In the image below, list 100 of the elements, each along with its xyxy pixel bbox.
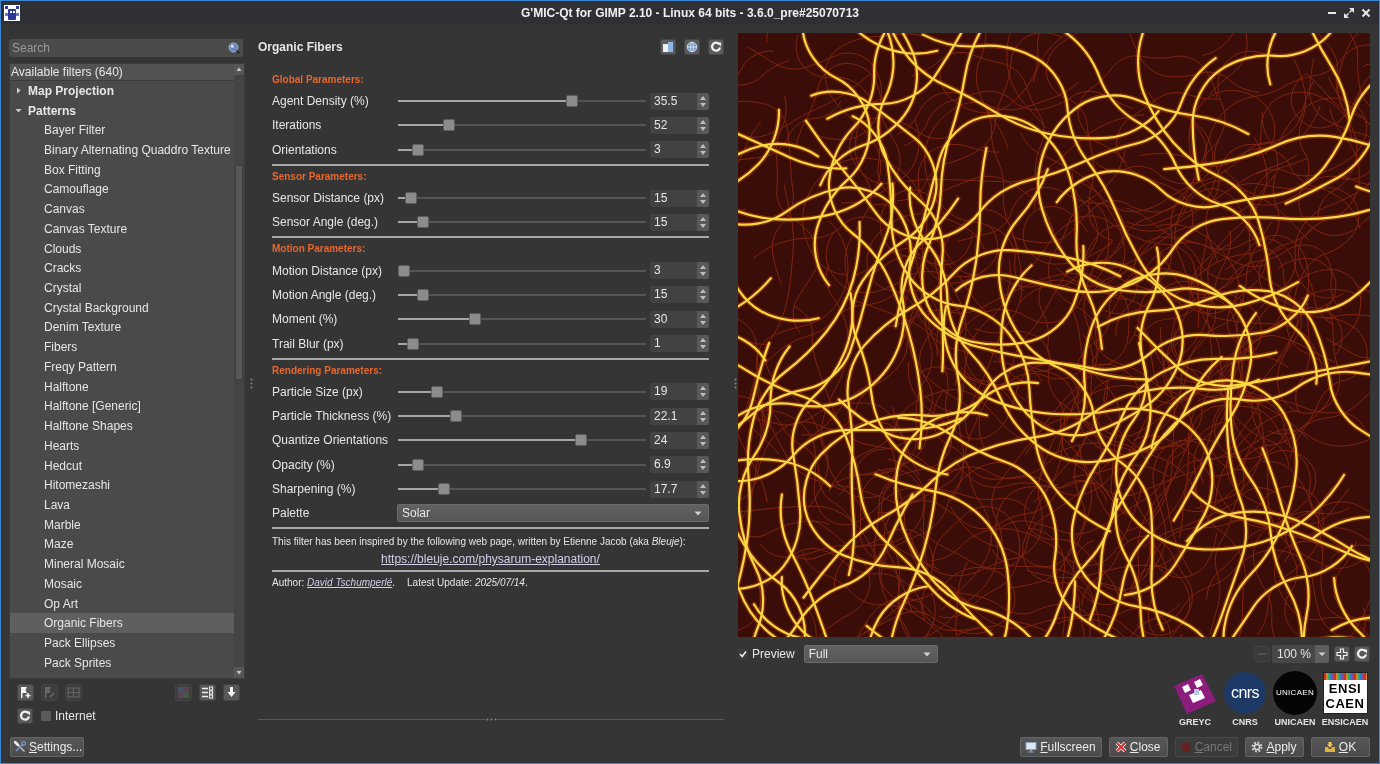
slider-track[interactable]	[398, 95, 646, 108]
slider-thumb[interactable]	[431, 385, 444, 398]
stepper-icon[interactable]	[697, 92, 709, 110]
slider-track[interactable]	[398, 313, 646, 326]
number-field[interactable]: 6.9	[650, 456, 709, 474]
number-field[interactable]: 35.5	[650, 92, 709, 110]
slider-track[interactable]	[398, 288, 646, 301]
number-field[interactable]: 22.1	[650, 407, 709, 425]
tree-item[interactable]: Mineral Mosaic	[10, 554, 234, 574]
slider-thumb[interactable]	[412, 143, 425, 156]
fullscreen-button[interactable]: Fullscreen	[1020, 737, 1102, 757]
tree-item[interactable]: Pack Ellipses	[10, 633, 234, 653]
tree-item[interactable]: Canvas Texture	[10, 219, 234, 239]
apply-button[interactable]: Apply	[1245, 737, 1304, 757]
slider-thumb[interactable]	[416, 216, 429, 229]
stepper-icon[interactable]	[697, 213, 709, 231]
number-field[interactable]: 15	[650, 213, 709, 231]
caret-icon[interactable]	[1315, 645, 1329, 663]
tree-item[interactable]: Organic Fibers	[10, 613, 234, 634]
tree-item[interactable]: Map Projection	[10, 81, 234, 101]
tree-item[interactable]: Denim Texture	[10, 317, 234, 338]
tree-item[interactable]: Binary Alternating Quaddro Texture	[10, 140, 234, 160]
scroll-down-icon[interactable]	[234, 667, 244, 678]
tree-item[interactable]: Fibers	[10, 337, 234, 358]
tree-item[interactable]: Mosaic	[10, 573, 234, 594]
internet-checkbox[interactable]	[41, 711, 51, 721]
slider-thumb[interactable]	[449, 410, 462, 423]
stepper-icon[interactable]	[697, 189, 709, 207]
slider-thumb[interactable]	[442, 119, 455, 132]
stepper-icon[interactable]	[697, 383, 709, 401]
tree-item[interactable]: Hitomezashi	[10, 475, 234, 496]
grip-icon[interactable]	[734, 377, 737, 389]
stepper-icon[interactable]	[697, 286, 709, 304]
number-field[interactable]: 3	[650, 141, 709, 159]
number-field[interactable]: 17.7	[650, 480, 709, 498]
author-link[interactable]: David Tschumperlé	[307, 577, 393, 589]
slider-track[interactable]	[398, 264, 646, 277]
tree-item[interactable]: Pack Sprites	[10, 652, 234, 673]
slider-track[interactable]	[398, 337, 646, 350]
web-link[interactable]: https://bleuje.com/physarum-explanation/	[381, 551, 600, 566]
grip-icon[interactable]	[250, 377, 253, 389]
slider-track[interactable]	[398, 410, 646, 423]
slider-track[interactable]	[398, 385, 646, 398]
flag-plus-icon[interactable]	[17, 684, 34, 701]
plus-icon[interactable]	[1334, 646, 1350, 662]
collapsed-arrow-icon[interactable]	[15, 87, 22, 95]
checklist-icon[interactable]	[199, 684, 216, 701]
slider-track[interactable]	[398, 143, 646, 156]
slider-thumb[interactable]	[575, 434, 587, 447]
slider-thumb[interactable]	[416, 288, 429, 301]
tree-item[interactable]: Cracks	[10, 258, 234, 279]
stepper-icon[interactable]	[697, 262, 709, 280]
tree-item[interactable]: Box Fitting	[10, 159, 234, 180]
stepper-icon[interactable]	[697, 310, 709, 328]
slider-thumb[interactable]	[468, 313, 481, 326]
caret-icon[interactable]	[694, 510, 702, 516]
tree-item[interactable]: Camouflage	[10, 179, 234, 200]
ok-button[interactable]: OK	[1311, 737, 1370, 757]
slider-thumb[interactable]	[405, 192, 418, 205]
tree-item[interactable]: Patterns	[10, 100, 234, 121]
scroll-up-icon[interactable]	[234, 64, 244, 75]
slider-thumb[interactable]	[565, 95, 578, 108]
tree-item[interactable]: Hedcut	[10, 455, 234, 476]
slider-track[interactable]	[398, 458, 646, 471]
tree-item[interactable]: Canvas	[10, 199, 234, 220]
refresh-icon[interactable]	[708, 39, 724, 55]
tree-item[interactable]: Halftone [Generic]	[10, 396, 234, 417]
number-field[interactable]: 30	[650, 310, 709, 328]
stepper-icon[interactable]	[697, 480, 709, 498]
squares-icon[interactable]	[660, 39, 676, 55]
tree-item[interactable]: Clouds	[10, 238, 234, 259]
close-button[interactable]: Close	[1108, 737, 1168, 757]
tree-item[interactable]: Lava	[10, 495, 234, 515]
tree-item[interactable]: Hearts	[10, 435, 234, 456]
number-field[interactable]: 15	[650, 286, 709, 304]
slider-track[interactable]	[398, 192, 646, 205]
number-field[interactable]: 15	[650, 189, 709, 207]
stepper-icon[interactable]	[697, 141, 709, 159]
settings-button[interactable]: Settings...	[10, 737, 84, 757]
slider-thumb[interactable]	[407, 337, 420, 350]
slider-thumb[interactable]	[412, 458, 425, 471]
caret-icon[interactable]	[922, 651, 931, 657]
stepper-icon[interactable]	[697, 407, 709, 425]
globe-icon[interactable]	[684, 39, 700, 55]
slider-thumb[interactable]	[438, 483, 451, 495]
tree-item[interactable]: Marble	[10, 514, 234, 535]
tree-item[interactable]: Crystal	[10, 278, 234, 298]
search-icon[interactable]	[228, 42, 240, 54]
stepper-icon[interactable]	[697, 431, 709, 449]
number-field[interactable]: 52	[650, 116, 709, 134]
tree-item[interactable]: Crystal Background	[10, 297, 234, 318]
number-field[interactable]: 3	[650, 262, 709, 280]
palette-dropdown[interactable]: Solar	[397, 504, 709, 523]
slider-track[interactable]	[398, 119, 646, 132]
number-field[interactable]: 24	[650, 431, 709, 449]
zoom-field[interactable]: 100 %	[1272, 645, 1329, 663]
tree-item[interactable]: Halftone	[10, 376, 234, 397]
scrollbar[interactable]	[234, 64, 244, 678]
preview-checkbox[interactable]	[738, 649, 748, 659]
refresh-icon[interactable]	[17, 708, 33, 724]
